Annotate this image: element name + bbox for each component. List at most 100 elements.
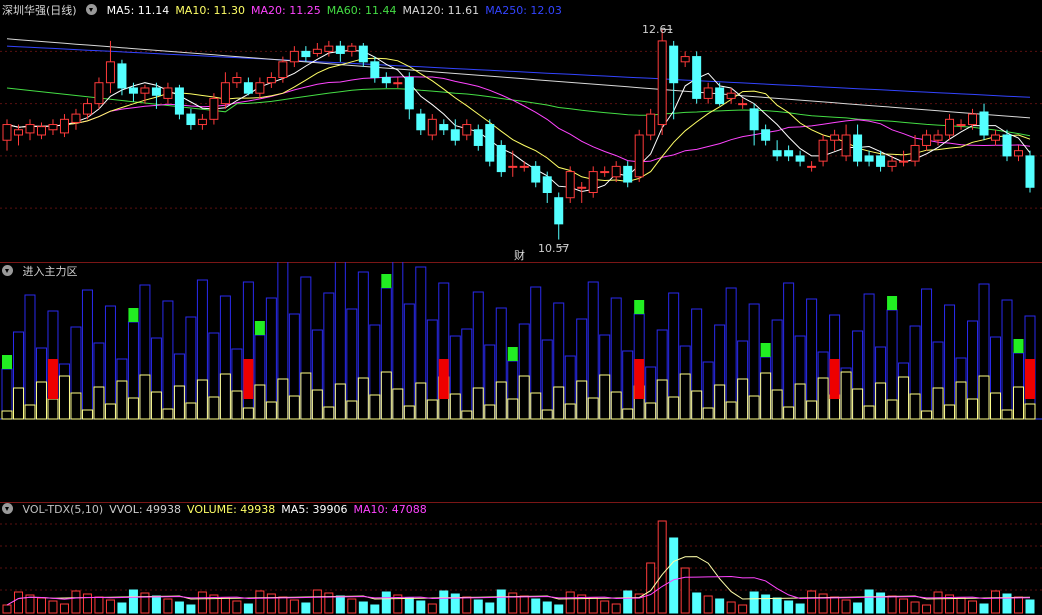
indicator-yellow-bar [81, 409, 93, 420]
finance-marker[interactable]: 财 [514, 247, 525, 263]
volume-legend-item-1: VVOL: 49938 [109, 503, 182, 516]
volume-bar [163, 598, 173, 614]
volume-bar [531, 598, 541, 614]
price-panel[interactable]: 深圳华强(日线) MA5: 11.14 MA10: 11.30 MA20: 11.2… [0, 0, 1042, 262]
candle [496, 144, 506, 173]
candle [301, 50, 311, 58]
volume-bar [738, 604, 748, 614]
volume-bar [991, 590, 1001, 614]
volume-bar [82, 593, 92, 614]
candle [485, 124, 495, 162]
indicator-yellow-bar [898, 376, 910, 420]
indicator-yellow-bar [771, 389, 783, 420]
candle [358, 45, 368, 63]
volume-bar [59, 603, 69, 614]
candle [140, 87, 150, 94]
volume-bar [278, 596, 288, 614]
indicator-chart[interactable] [0, 262, 1042, 502]
candle [13, 129, 23, 136]
indicator-blue-bar [679, 345, 691, 420]
indicator-red-block [438, 359, 449, 399]
indicator-yellow-bar [461, 410, 473, 420]
candle [680, 56, 690, 63]
indicator-blue-bar [507, 360, 519, 420]
indicator-yellow-bar [507, 398, 519, 420]
indicator-yellow-bar [380, 371, 392, 420]
candle [738, 103, 748, 106]
indicator-blue-bar [265, 297, 277, 420]
indicator-yellow-bar [656, 379, 668, 420]
indicator-yellow-bar [564, 403, 576, 420]
indicator-yellow-bar [415, 382, 427, 420]
volume-bar [818, 593, 828, 614]
indicator-blue-bar [760, 356, 772, 420]
indicator-yellow-bar [185, 402, 197, 420]
chevron-down-icon[interactable] [86, 4, 98, 15]
candle [243, 82, 253, 94]
volume-bar [611, 603, 621, 614]
indicator-blue-bar [886, 309, 898, 420]
candle [703, 87, 713, 99]
candle [841, 134, 851, 157]
indicator-blue-bar [93, 342, 105, 420]
candle [657, 40, 667, 126]
indicator-yellow-bar [576, 380, 588, 420]
candle [439, 124, 449, 131]
indicator-blue-bar [783, 282, 795, 420]
volume-panel[interactable]: VOL-TDX(5,10) VVOL: 49938 VOLUME: 49938 MA5… [0, 502, 1042, 615]
volume-bar [266, 593, 276, 614]
volume-bar [462, 596, 472, 614]
indicator-yellow-bar [978, 375, 990, 420]
indicator-yellow-bar [875, 382, 887, 420]
indicator-yellow-bar [886, 399, 898, 420]
indicator-title[interactable]: 进入主力区 [23, 265, 78, 278]
indicator-blue-bar [840, 367, 852, 420]
indicator-yellow-bar [495, 381, 507, 420]
chevron-down-icon[interactable] [2, 265, 13, 276]
indicator-blue-bar [392, 262, 404, 420]
volume-bar [174, 601, 184, 614]
volume-bar [220, 597, 230, 614]
indicator-panel-header: 进入主力区 [2, 265, 84, 279]
candle [94, 82, 104, 105]
indicator-yellow-bar [472, 387, 484, 420]
indicator-yellow-bar [1024, 403, 1036, 420]
candle [232, 77, 242, 84]
price-chart[interactable] [0, 0, 1042, 262]
indicator-blue-bar [863, 293, 875, 420]
candle [611, 165, 621, 178]
indicator-yellow-bar [955, 381, 967, 420]
indicator-blue-bar [599, 334, 611, 420]
volume-bar [13, 591, 23, 614]
indicator-blue-bar [346, 308, 358, 420]
candle [266, 77, 276, 84]
volume-legend-item-3: MA5: 39906 [281, 503, 348, 516]
volume-bar [473, 599, 483, 614]
volume-legend-item-0: VOL-TDX(5,10) [22, 503, 104, 516]
indicator-yellow-bar [944, 404, 956, 420]
candle [278, 61, 288, 78]
chevron-down-icon[interactable] [2, 503, 13, 514]
volume-bar [404, 597, 414, 614]
volume-bar [588, 597, 598, 614]
candle [968, 113, 978, 126]
volume-bar [876, 592, 886, 614]
volume-chart[interactable] [0, 502, 1042, 615]
volume-bar [565, 591, 575, 614]
indicator-blue-bar [162, 300, 174, 420]
volume-bar [600, 600, 610, 614]
indicator-yellow-bar [104, 403, 116, 420]
indicator-yellow-bar [116, 380, 128, 420]
indicator-blue-bar [564, 355, 576, 420]
indicator-yellow-bar [70, 392, 82, 420]
candle [151, 87, 161, 96]
volume-bar [450, 593, 460, 614]
volume-bar [289, 599, 299, 614]
indicator-yellow-bar [725, 401, 737, 420]
indicator-panel[interactable]: 进入主力区 [0, 262, 1042, 502]
candle [795, 155, 805, 162]
volume-bar [1002, 593, 1012, 614]
volume-bar [519, 595, 529, 614]
candle [761, 129, 771, 141]
stock-title[interactable]: 深圳华强(日线) [2, 4, 77, 17]
